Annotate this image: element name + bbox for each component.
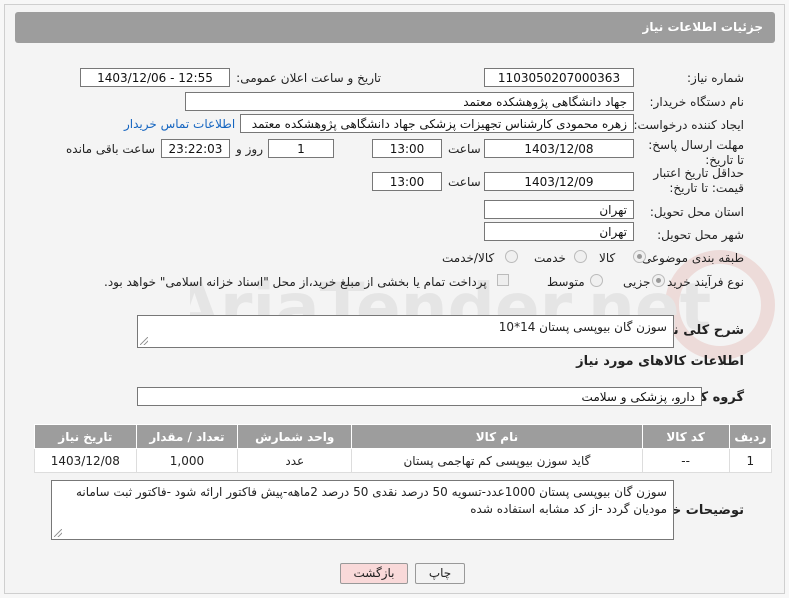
announce-date-label: تاریخ و ساعت اعلان عمومی:: [236, 71, 381, 85]
cell-name: گاید سوزن بیوپسی کم تهاجمی پستان: [351, 448, 643, 473]
cell-qty: 1,000: [135, 448, 239, 473]
creator-label: ایجاد کننده درخواست:: [633, 118, 744, 132]
creator-value: زهره محمودی کارشناس تجهیزات پزشکی جهاد د…: [240, 114, 634, 133]
city-value: تهران: [484, 222, 634, 241]
buyer-contact-link[interactable]: اطلاعات تماس خریدار: [124, 117, 235, 131]
goods-info-title: اطلاعات کالاهای مورد نیاز: [576, 354, 744, 369]
cell-date: 1403/12/08: [34, 448, 137, 473]
resize-grip-icon[interactable]: [54, 529, 62, 537]
deadline-label: مهلت ارسال پاسخ: تا تاریخ:: [648, 138, 744, 167]
buyer-notes-text: سوزن گان بیوپسی پستان 1000عدد-تسویه 50 د…: [75, 485, 667, 516]
category-goods-service-label: کالا/خدمت: [442, 251, 495, 265]
cell-row-number: 1: [728, 448, 773, 473]
category-service-radio[interactable]: [574, 250, 587, 263]
category-goods-radio[interactable]: [633, 250, 646, 263]
treasury-payment-checkbox[interactable]: [497, 274, 509, 286]
col-header-code: کد کالا: [641, 424, 730, 449]
remaining-time-value: 23:22:03: [161, 139, 230, 158]
remaining-time-label: ساعت باقی مانده: [66, 142, 156, 156]
process-medium-label: متوسط: [547, 275, 585, 289]
back-button[interactable]: بازگشت: [340, 563, 408, 584]
buyer-org-label: نام دستگاه خریدار:: [649, 95, 745, 109]
validity-time-label: ساعت: [448, 175, 481, 189]
col-header-qty: تعداد / مقدار: [135, 424, 239, 449]
process-label: نوع فرآیند خرید :: [659, 275, 744, 289]
days-label: روز و: [236, 142, 263, 156]
page-header: جزئیات اطلاعات نیاز: [15, 12, 775, 43]
validity-date-value: 1403/12/09: [484, 172, 634, 191]
cell-code: --: [641, 448, 730, 473]
col-header-date: تاریخ نیاز: [34, 424, 137, 449]
announce-date-value: 1403/12/06 - 12:55: [80, 68, 230, 87]
description-field[interactable]: سوزن گان بیوپسی پستان 14*10: [137, 315, 674, 348]
cell-unit: عدد: [237, 448, 353, 473]
buyer-notes-field[interactable]: سوزن گان بیوپسی پستان 1000عدد-تسویه 50 د…: [51, 480, 674, 540]
province-label: استان محل تحویل:: [649, 205, 744, 219]
col-header-row: ردیف: [728, 424, 773, 449]
process-minor-label: جزیی: [623, 275, 651, 289]
city-label: شهر محل تحویل:: [657, 228, 744, 242]
process-minor-radio[interactable]: [652, 274, 665, 287]
deadline-date-value: 1403/12/08: [484, 139, 634, 158]
need-number-value: 1103050207000363: [484, 68, 634, 87]
col-header-name: نام کالا: [351, 424, 643, 449]
validity-label: حداقل تاریخ اعتبار قیمت: تا تاریخ:: [653, 166, 744, 195]
goods-table: ردیف کد کالا نام کالا واحد شمارش تعداد /…: [34, 424, 773, 473]
page-title: جزئیات اطلاعات نیاز: [642, 20, 763, 34]
deadline-time-label: ساعت: [448, 142, 481, 156]
province-value: تهران: [484, 200, 634, 219]
deadline-time-value: 13:00: [372, 139, 442, 158]
category-goods-label: کالا: [599, 251, 616, 265]
treasury-payment-note: پرداخت تمام یا بخشی از مبلغ خرید،از محل …: [104, 275, 487, 289]
table-row: 1 -- گاید سوزن بیوپسی کم تهاجمی پستان عد…: [34, 448, 773, 473]
process-medium-radio[interactable]: [590, 274, 603, 287]
buyer-org-value: جهاد دانشگاهی پژوهشکده معتمد: [185, 92, 634, 111]
days-remaining-value: 1: [268, 139, 334, 158]
category-goods-service-radio[interactable]: [505, 250, 518, 263]
category-label: طبقه بندی موضوعی:: [637, 251, 744, 265]
col-header-unit: واحد شمارش: [237, 424, 353, 449]
goods-group-value: دارو، پزشکی و سلامت: [137, 387, 702, 406]
description-text: سوزن گان بیوپسی پستان 14*10: [498, 320, 667, 334]
resize-grip-icon[interactable]: [140, 337, 148, 345]
print-button[interactable]: چاپ: [415, 563, 465, 584]
category-service-label: خدمت: [534, 251, 566, 265]
table-header-row: ردیف کد کالا نام کالا واحد شمارش تعداد /…: [34, 424, 773, 449]
validity-time-value: 13:00: [372, 172, 442, 191]
need-number-label: شماره نیاز:: [687, 71, 744, 85]
